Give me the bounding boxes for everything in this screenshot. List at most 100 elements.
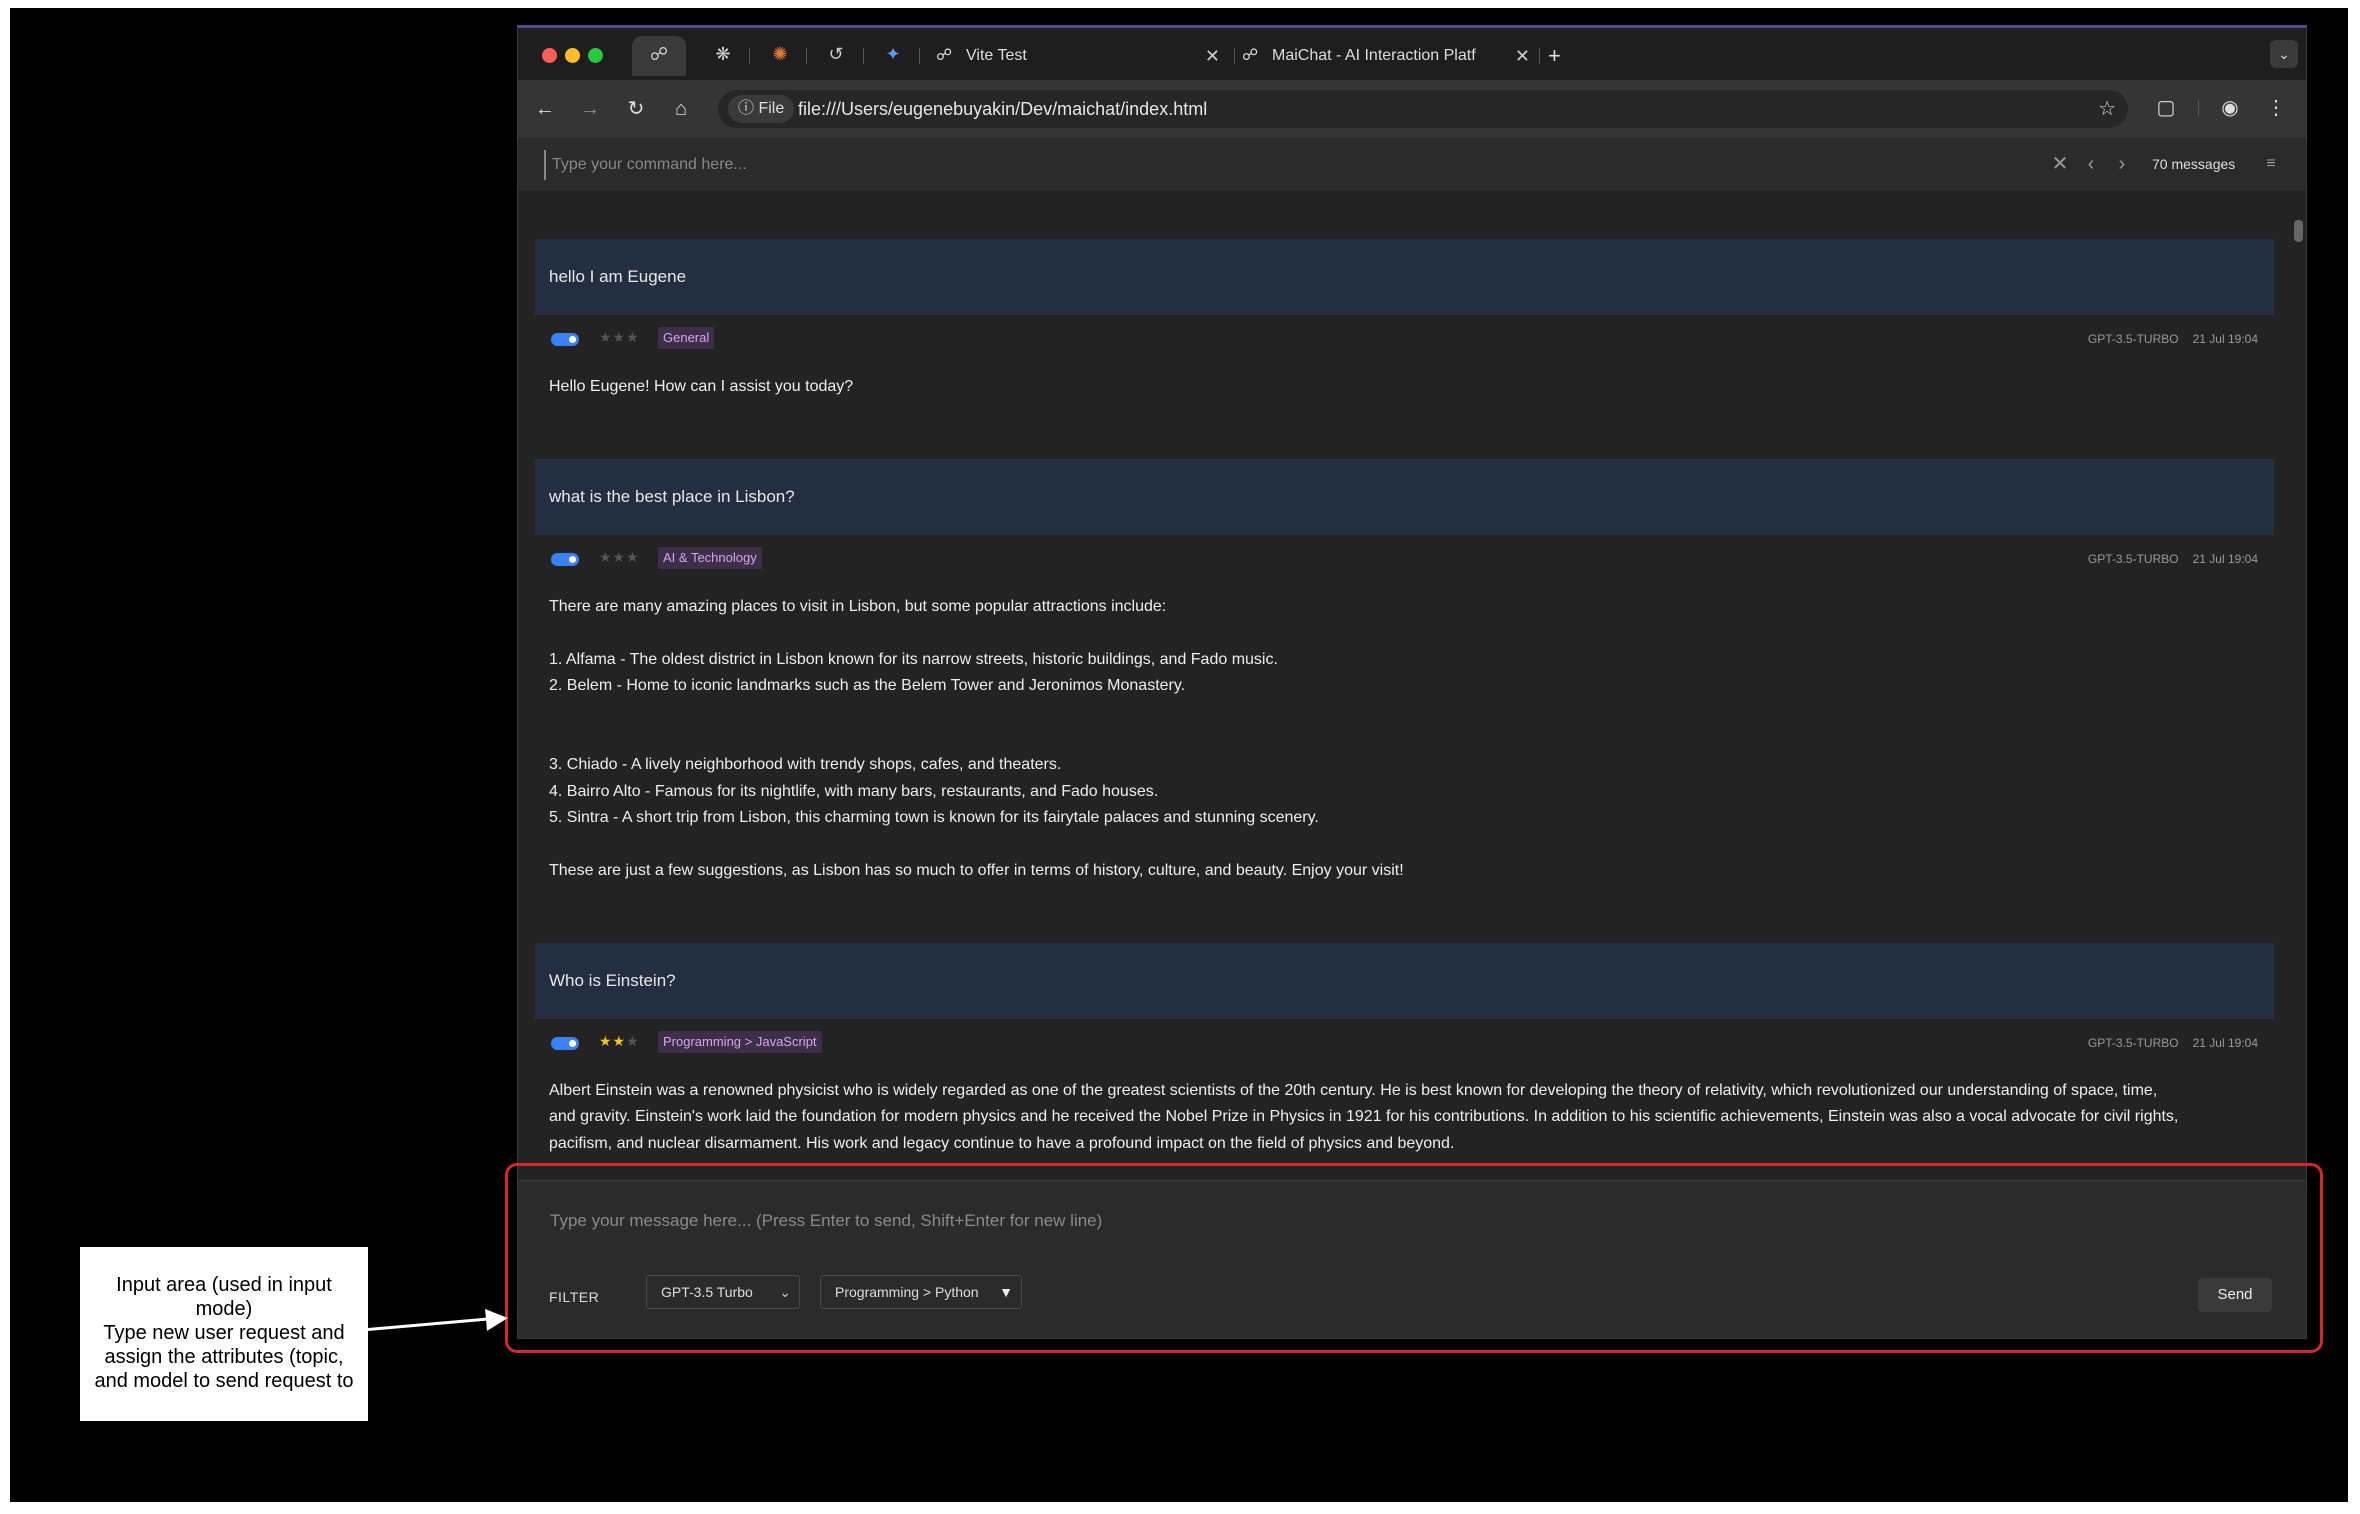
- answer-line: pacifism, and nuclear disarmament. His w…: [549, 1134, 1455, 1152]
- message-date: 21 Jul 19:04: [2192, 332, 2258, 346]
- globe-icon: ☍: [936, 47, 953, 64]
- star-rating[interactable]: ★★★: [599, 329, 640, 346]
- model-info: GPT-3.5-TURBO 21 Jul 19:04: [2088, 549, 2258, 569]
- tab-label: Vite Test: [966, 47, 1027, 64]
- answer-line: These are just a few suggestions, as Lis…: [549, 862, 1404, 879]
- annotation-line: and model to send request to: [94, 1370, 354, 1392]
- profile-icon[interactable]: ◉: [2216, 94, 2244, 122]
- tab-separator: [863, 48, 864, 64]
- reload-icon[interactable]: ↻: [623, 96, 649, 122]
- grok-icon[interactable]: ↺: [824, 42, 848, 66]
- clear-command-icon[interactable]: ✕: [2049, 152, 2071, 176]
- chat-history[interactable]: hello I am Eugene ★★★ General GPT-3.5-TU…: [518, 190, 2306, 1180]
- annotation-callout: Input area (used in input mode) Type new…: [80, 1247, 368, 1421]
- user-message-text: Who is Einstein?: [549, 971, 676, 990]
- context-toggle[interactable]: [551, 1037, 579, 1050]
- tab-vite-test[interactable]: ☍ Vite Test ✕: [936, 36, 1226, 76]
- next-message-icon[interactable]: ›: [2111, 152, 2133, 176]
- user-message[interactable]: what is the best place in Lisbon?: [535, 459, 2274, 535]
- user-message-text: what is the best place in Lisbon?: [549, 487, 795, 506]
- command-bar: ✕ ‹ › 70 messages ≡: [518, 138, 2306, 191]
- file-label: File: [758, 100, 785, 117]
- answer-line: Albert Einstein was a renowned physicist…: [549, 1082, 2158, 1099]
- tab-separator: [749, 48, 750, 64]
- model-info: GPT-3.5-TURBO 21 Jul 19:04: [2088, 329, 2258, 349]
- topic-badge[interactable]: AI & Technology: [658, 547, 762, 569]
- previous-message-icon[interactable]: ‹: [2080, 152, 2102, 176]
- close-tab-icon[interactable]: ✕: [1515, 36, 1530, 76]
- globe-icon: ☍: [649, 44, 669, 64]
- context-toggle[interactable]: [551, 553, 579, 566]
- claude-icon[interactable]: ✺: [768, 42, 792, 66]
- star-rating[interactable]: ★★★: [599, 549, 640, 566]
- answer-line: 2. Belem - Home to iconic landmarks such…: [549, 677, 1186, 695]
- message-meta: ★★★ Programming > JavaScript GPT-3.5-TUR…: [535, 1031, 2274, 1055]
- model-info: GPT-3.5-TURBO 21 Jul 19:04: [2088, 1033, 2258, 1053]
- answer-blank-line: [549, 832, 2249, 858]
- answer-line: Hello Eugene! How can I assist you today…: [549, 378, 854, 395]
- topic-badge[interactable]: Programming > JavaScript: [658, 1031, 822, 1053]
- address-bar[interactable]: ⓘ File file:///Users/eugenebuyakin/Dev/m…: [718, 90, 2128, 128]
- user-message[interactable]: hello I am Eugene: [535, 239, 2274, 315]
- toolbar-separator: [2198, 100, 2199, 116]
- tab-separator: [1539, 48, 1540, 64]
- tab-pinned-globe[interactable]: ☍: [632, 36, 686, 76]
- site-info-chip[interactable]: ⓘ File: [728, 95, 795, 123]
- minimize-window-button[interactable]: [565, 48, 580, 63]
- answer-blank-line: [549, 700, 2249, 726]
- bookmark-star-icon[interactable]: ☆: [2098, 90, 2116, 128]
- answer-line: and gravity. Einstein's work laid the fo…: [549, 1108, 2179, 1126]
- answer-line: There are many amazing places to visit i…: [549, 598, 1167, 615]
- assistant-message: Hello Eugene! How can I assist you today…: [549, 374, 2249, 400]
- star-rating[interactable]: ★★★: [599, 1033, 640, 1050]
- message-date: 21 Jul 19:04: [2192, 1036, 2258, 1050]
- home-icon[interactable]: ⌂: [668, 96, 694, 122]
- scrollbar-thumb[interactable]: [2294, 220, 2303, 242]
- message-count: 70 messages: [2152, 156, 2236, 172]
- model-name: GPT-3.5-TURBO: [2087, 1036, 2179, 1050]
- tab-separator: [806, 48, 807, 64]
- globe-icon: ☍: [1242, 47, 1259, 64]
- annotation-line: Type new user request and: [103, 1322, 345, 1344]
- message-date: 21 Jul 19:04: [2192, 552, 2258, 566]
- user-message[interactable]: Who is Einstein?: [535, 943, 2274, 1019]
- message-meta: ★★★ AI & Technology GPT-3.5-TURBO 21 Jul …: [535, 547, 2274, 571]
- gemini-icon[interactable]: ✦: [881, 42, 905, 66]
- extensions-icon[interactable]: ▢: [2152, 94, 2180, 122]
- assistant-message: There are many amazing places to visit i…: [549, 594, 2249, 884]
- browser-window: ☍ ❋ ✺ ↺ ✦ ☍ Vite Test ✕ ☍ MaiChat - AI I…: [517, 25, 2307, 1339]
- model-name: GPT-3.5-TURBO: [2087, 552, 2179, 566]
- annotation-line: assign the attributes (topic,: [104, 1346, 344, 1368]
- annotation-line: mode): [195, 1298, 253, 1320]
- tab-maichat[interactable]: ☍ MaiChat - AI Interaction Platf ✕: [1242, 36, 1536, 76]
- tab-label: MaiChat - AI Interaction Platf: [1272, 47, 1476, 64]
- close-window-button[interactable]: [542, 48, 557, 63]
- answer-line: 3. Chiado - A lively neighborhood with t…: [549, 756, 1062, 774]
- message-meta: ★★★ General GPT-3.5-TURBO 21 Jul 19:04: [535, 327, 2274, 351]
- menu-kebab-icon[interactable]: ⋮: [2262, 94, 2290, 122]
- model-name: GPT-3.5-TURBO: [2087, 332, 2179, 346]
- tab-separator: [919, 48, 920, 64]
- annotation-arrow-head: [485, 1307, 509, 1331]
- user-message-text: hello I am Eugene: [549, 267, 687, 286]
- forward-arrow-icon[interactable]: →: [577, 96, 603, 122]
- back-arrow-icon[interactable]: ←: [532, 96, 558, 122]
- tab-bar: ☍ ❋ ✺ ↺ ✦ ☍ Vite Test ✕ ☍ MaiChat - AI I…: [518, 28, 2306, 80]
- maximize-window-button[interactable]: [588, 48, 603, 63]
- answer-blank-line: [549, 620, 2249, 646]
- tab-search-chevron-icon[interactable]: ⌄: [2270, 40, 2298, 68]
- answer-blank-line: [549, 726, 2249, 752]
- answer-line: 5. Sintra - A short trip from Lisbon, th…: [549, 809, 1319, 827]
- browser-toolbar: ← → ↻ ⌂ ⓘ File file:///Users/eugenebuyak…: [518, 80, 2306, 138]
- annotation-line: Input area (used in input: [116, 1274, 332, 1296]
- answer-line: 1. Alfama - The oldest district in Lisbo…: [549, 650, 1278, 668]
- context-toggle[interactable]: [551, 333, 579, 346]
- close-tab-icon[interactable]: ✕: [1205, 36, 1220, 76]
- new-tab-button[interactable]: +: [1548, 36, 1578, 76]
- openai-icon[interactable]: ❋: [711, 42, 735, 66]
- url-text: file:///Users/eugenebuyakin/Dev/maichat/…: [798, 99, 1208, 119]
- settings-sliders-icon[interactable]: ≡: [2260, 152, 2282, 176]
- topic-badge[interactable]: General: [658, 327, 715, 349]
- input-area-highlight: [505, 1163, 2323, 1353]
- command-input[interactable]: [544, 150, 1454, 180]
